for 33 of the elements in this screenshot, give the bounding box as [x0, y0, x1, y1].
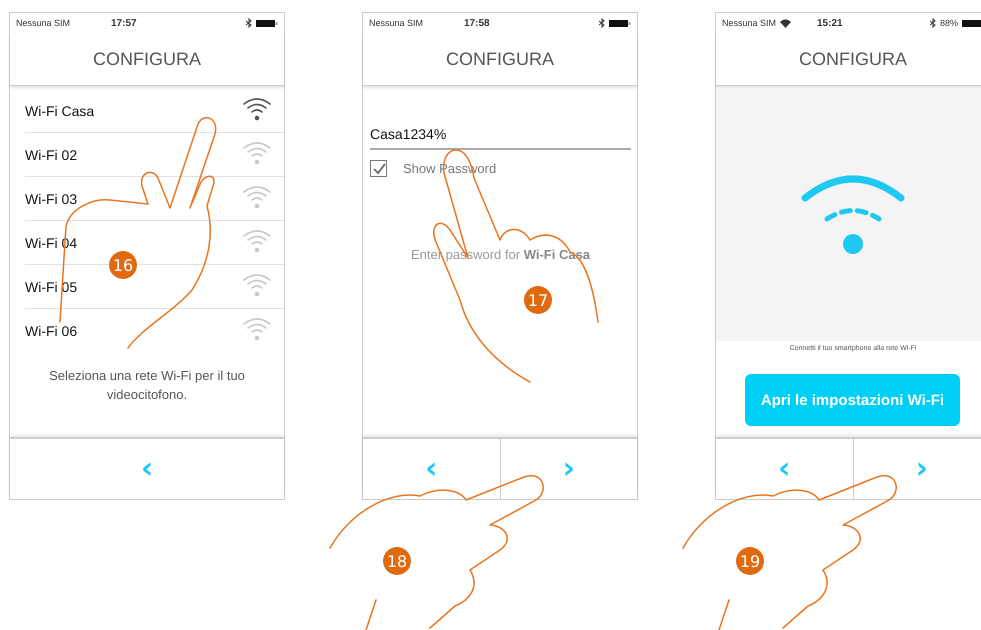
wifi-status-icon [780, 18, 792, 28]
clock-text: 17:58 [464, 18, 491, 28]
bluetooth-icon [246, 18, 252, 28]
wifi-icon [801, 174, 905, 256]
wifi-signal-icon [242, 271, 272, 299]
clock-text: 15:21 [817, 18, 844, 28]
carrier-text: Nessuna SIM [16, 18, 70, 28]
network-item[interactable]: Wi-Fi 02 [25, 133, 284, 177]
instruction-text: Seleziona una rete Wi-Fi per il tuo videocitofono. [48, 367, 246, 404]
bluetooth-icon [930, 18, 936, 28]
wifi-signal-icon [242, 95, 272, 123]
bluetooth-icon [599, 18, 605, 28]
battery-icon [256, 18, 278, 28]
password-field[interactable]: Casa1234% [370, 126, 631, 150]
checkbox[interactable] [370, 160, 387, 177]
wifi-signal-icon [242, 227, 272, 255]
battery-icon [962, 18, 981, 28]
battery-icon [609, 18, 631, 28]
battery-percent-text: 88% [940, 18, 958, 28]
network-item[interactable]: Wi-Fi Casa [25, 89, 284, 133]
carrier-text: Nessuna SIM [722, 18, 776, 28]
step-badge: 18 [383, 547, 411, 575]
screen-title: CONFIGURA [93, 48, 201, 70]
screen-title: CONFIGURA [799, 48, 907, 70]
screen-title: CONFIGURA [446, 48, 554, 70]
clock-text: 17:57 [111, 18, 138, 28]
wifi-signal-icon [242, 183, 272, 211]
carrier-text: Nessuna SIM [369, 18, 424, 28]
network-item[interactable]: Wi-Fi 06 [25, 309, 284, 352]
step-badge: 19 [736, 547, 764, 575]
wifi-signal-icon [242, 315, 272, 343]
wifi-signal-icon [242, 139, 272, 167]
network-item[interactable]: Wi-Fi 03 [25, 177, 284, 221]
